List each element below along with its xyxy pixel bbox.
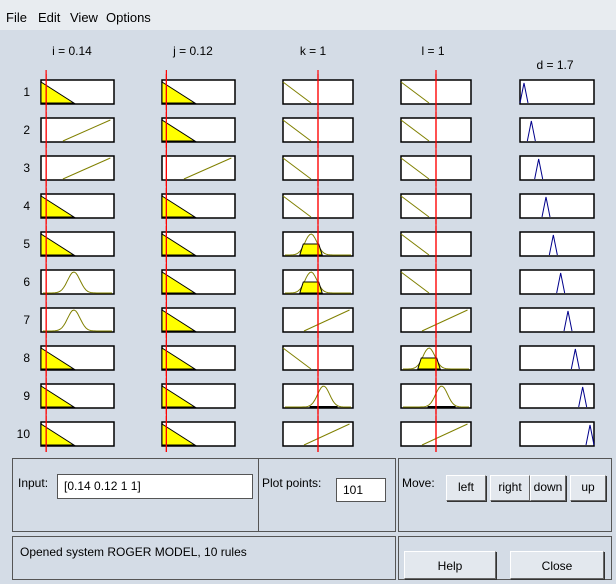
close-button[interactable]: Close (510, 551, 604, 579)
plot-points-label: Plot points: (262, 476, 322, 490)
move-label: Move: (402, 476, 435, 490)
help-button[interactable]: Help (404, 551, 496, 579)
move-right-button[interactable]: right (490, 475, 530, 501)
menu-edit[interactable]: Edit (38, 10, 60, 25)
status-text: Opened system ROGER MODEL, 10 rules (20, 545, 247, 559)
menu-file[interactable]: File (6, 10, 27, 25)
plot-points-field[interactable]: 101 (336, 478, 386, 502)
rule-viewer-panel: i = 0.14 j = 0.12 k = 1 l = 1 d = 1.7 12… (8, 30, 608, 452)
move-down-button[interactable]: down (530, 475, 566, 501)
rule-plots[interactable]: 0202020202 (8, 30, 608, 452)
rule-output-plot (519, 307, 595, 333)
rule-output-plot (519, 79, 595, 105)
move-left-button[interactable]: left (446, 475, 486, 501)
rule-input-plot[interactable] (40, 155, 115, 181)
menu-view[interactable]: View (70, 10, 98, 25)
rule-output-plot (519, 155, 595, 181)
rule-input-plot[interactable] (40, 269, 115, 295)
rule-input-plot[interactable] (161, 155, 236, 181)
mf-fill (299, 281, 323, 294)
rule-output-plot (519, 421, 595, 447)
input-vector-field[interactable]: [0.14 0.12 1 1] (57, 474, 253, 499)
move-up-button[interactable]: up (570, 475, 606, 501)
menu-options[interactable]: Options (106, 10, 151, 25)
rule-output-plot (519, 193, 595, 219)
rule-input-plot[interactable] (40, 307, 115, 333)
rule-output-plot (519, 345, 595, 371)
mf-fill (417, 357, 441, 370)
mf-fill (299, 243, 323, 256)
rule-input-plot[interactable] (40, 117, 115, 143)
input-label: Input: (18, 476, 49, 490)
menu-bar: File Edit View Options (0, 0, 616, 30)
